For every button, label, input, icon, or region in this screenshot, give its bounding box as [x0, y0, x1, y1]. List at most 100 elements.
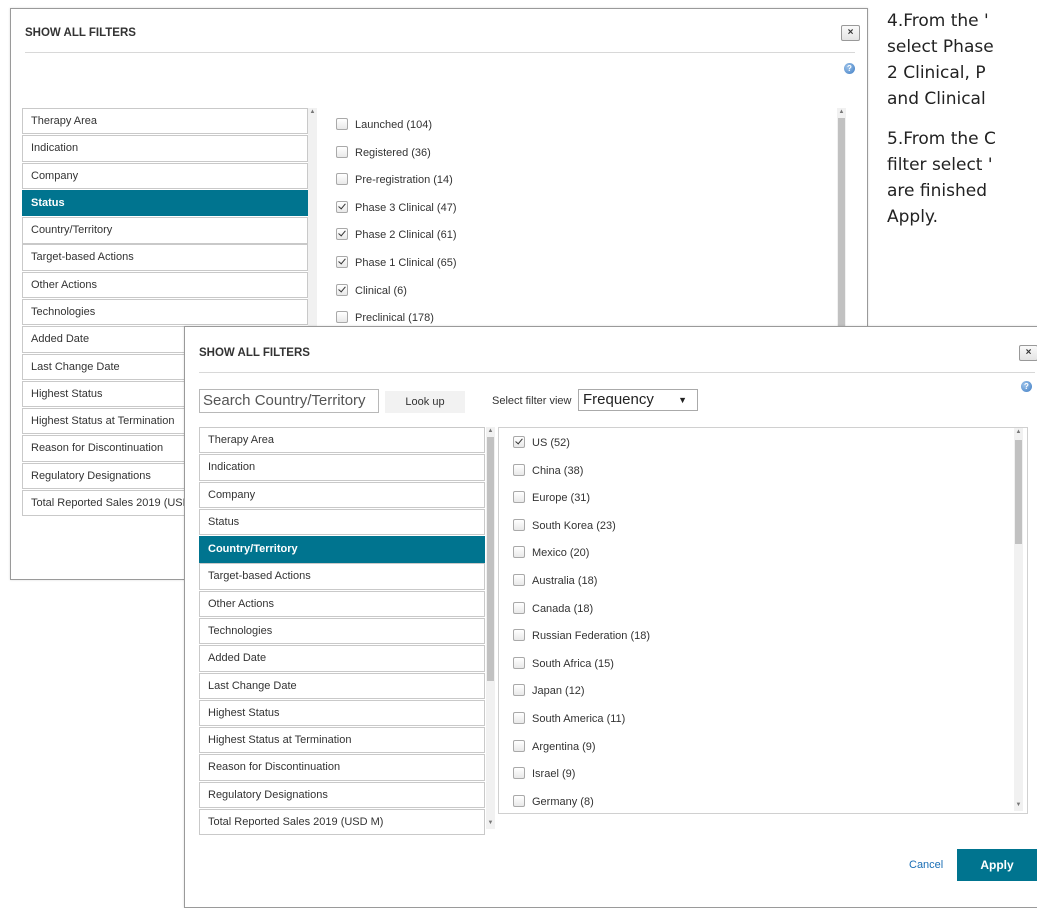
- category-item[interactable]: Company: [22, 162, 308, 189]
- title-divider: [199, 372, 1035, 373]
- option-checkbox[interactable]: [513, 573, 525, 586]
- option-label: Launched (104): [355, 119, 433, 131]
- scroll-thumb[interactable]: [487, 437, 494, 681]
- option-checkbox[interactable]: [513, 518, 525, 531]
- option-checkbox[interactable]: [513, 463, 525, 476]
- option-scrollbar[interactable]: ▲: [837, 108, 846, 328]
- option-checkbox[interactable]: [336, 228, 348, 241]
- option-label: Australia (18): [532, 574, 598, 587]
- close-button[interactable]: ×: [1019, 345, 1037, 361]
- category-item[interactable]: Highest Status: [199, 699, 485, 727]
- category-item[interactable]: Status: [22, 189, 308, 217]
- help-icon[interactable]: ?: [1021, 381, 1032, 392]
- option-checkbox[interactable]: [513, 767, 525, 780]
- scroll-thumb[interactable]: [838, 118, 845, 328]
- category-item[interactable]: Status: [199, 508, 485, 536]
- option-label: Europe (31): [532, 492, 591, 505]
- filter-view-value: Frequency: [583, 391, 654, 408]
- option-checkbox[interactable]: [513, 491, 525, 504]
- option-label: Phase 2 Clinical (61): [355, 229, 457, 242]
- category-item[interactable]: Indication: [199, 454, 485, 481]
- option-scrollbar[interactable]: ▲ ▼: [1014, 428, 1023, 811]
- filter-view-label: Select filter view: [492, 395, 572, 407]
- step-4-text: 4.From the ' select Phase 2 Clinical, P …: [887, 11, 994, 109]
- option-checkbox[interactable]: [336, 283, 348, 296]
- scroll-thumb[interactable]: [1015, 440, 1022, 544]
- close-button[interactable]: ×: [841, 25, 860, 41]
- category-list: Therapy Area Indication Company Status Count…: [199, 427, 485, 836]
- option-checkbox[interactable]: [513, 436, 525, 448]
- category-item[interactable]: Company: [199, 481, 485, 508]
- help-icon[interactable]: ?: [844, 63, 855, 74]
- option-checkbox[interactable]: [336, 145, 348, 158]
- option-checkbox[interactable]: [513, 656, 525, 669]
- option-label: Canada (18): [532, 602, 594, 615]
- category-item[interactable]: Other Actions: [199, 590, 485, 618]
- option-label: Russian Federation (18): [532, 630, 651, 643]
- scroll-up-icon[interactable]: ▲: [486, 427, 495, 435]
- category-item[interactable]: Indication: [22, 135, 308, 162]
- option-label: Clinical (6): [355, 284, 407, 297]
- dialog-title: SHOW ALL FILTERS: [25, 27, 136, 39]
- option-checkbox[interactable]: [513, 794, 525, 807]
- option-checkbox[interactable]: [336, 255, 348, 268]
- dialog-title: SHOW ALL FILTERS: [199, 347, 310, 359]
- scroll-up-icon[interactable]: ▲: [1014, 428, 1023, 436]
- category-item[interactable]: Other Actions: [22, 271, 308, 299]
- scroll-up-icon[interactable]: ▲: [837, 108, 846, 116]
- option-label: Israel (9): [532, 768, 576, 781]
- option-checkbox[interactable]: [336, 118, 348, 130]
- option-checkbox[interactable]: [336, 173, 348, 186]
- option-label: South Africa (15): [532, 657, 614, 670]
- option-label: South Korea (23): [532, 519, 616, 532]
- filter-view-select[interactable]: Frequency ▼: [578, 389, 698, 411]
- category-item[interactable]: Technologies: [199, 617, 485, 645]
- option-checkbox[interactable]: [513, 629, 525, 642]
- apply-button[interactable]: Apply: [957, 849, 1037, 881]
- option-label: Registered (36): [355, 146, 431, 159]
- category-item[interactable]: Added Date: [199, 645, 485, 672]
- scroll-down-icon[interactable]: ▼: [1014, 801, 1023, 809]
- option-label: Pre-registration (14): [355, 174, 453, 187]
- option-label: Germany (8): [532, 795, 594, 808]
- caret-down-icon: ▼: [678, 395, 687, 405]
- filters-dialog-country: SHOW ALL FILTERS × ? Search Country/Terr…: [184, 326, 1037, 908]
- category-item[interactable]: Reason for Discontinuation: [199, 754, 485, 781]
- category-item[interactable]: Target-based Actions: [199, 563, 485, 590]
- category-item[interactable]: Country/Territory: [199, 536, 485, 563]
- cancel-button[interactable]: Cancel: [909, 859, 943, 871]
- option-checkbox[interactable]: [513, 684, 525, 697]
- category-item[interactable]: Last Change Date: [199, 672, 485, 699]
- option-checkbox[interactable]: [336, 200, 348, 213]
- option-label: US (52): [532, 437, 570, 449]
- option-label: Preclinical (178): [355, 312, 434, 325]
- title-divider: [25, 52, 855, 53]
- category-item[interactable]: Therapy Area: [22, 108, 308, 135]
- category-item[interactable]: Total Reported Sales 2019 (USD M): [199, 808, 485, 836]
- category-item[interactable]: Therapy Area: [199, 427, 485, 454]
- category-item[interactable]: Technologies: [22, 298, 308, 326]
- option-label: Phase 1 Clinical (65): [355, 256, 457, 269]
- option-checkbox[interactable]: [336, 311, 348, 324]
- option-label: Argentina (9): [532, 740, 596, 753]
- category-item[interactable]: Country/Territory: [22, 217, 308, 244]
- scroll-up-icon[interactable]: ▲: [308, 108, 317, 116]
- option-label: China (38): [532, 464, 584, 477]
- category-item[interactable]: Highest Status at Termination: [199, 727, 485, 754]
- option-checkbox[interactable]: [513, 546, 525, 559]
- option-checkbox[interactable]: [513, 601, 525, 614]
- option-checkbox[interactable]: [513, 739, 525, 752]
- option-label: Japan (12): [532, 685, 585, 698]
- option-checkbox[interactable]: [513, 711, 525, 724]
- option-label: Phase 3 Clinical (47): [355, 201, 457, 214]
- option-label: Mexico (20): [532, 547, 590, 560]
- category-item[interactable]: Regulatory Designations: [199, 781, 485, 809]
- look-up-button[interactable]: Look up: [385, 391, 465, 413]
- category-item[interactable]: Target-based Actions: [22, 244, 308, 271]
- search-input[interactable]: Search Country/Territory: [199, 389, 379, 413]
- scroll-down-icon[interactable]: ▼: [486, 819, 495, 827]
- category-scrollbar[interactable]: ▲ ▼: [486, 427, 495, 829]
- option-label: South America (11): [532, 712, 626, 725]
- instruction-text: 4.From the ' select Phase 2 Clinical, P …: [887, 8, 1037, 244]
- category-scrollbar[interactable]: ▲: [308, 108, 317, 328]
